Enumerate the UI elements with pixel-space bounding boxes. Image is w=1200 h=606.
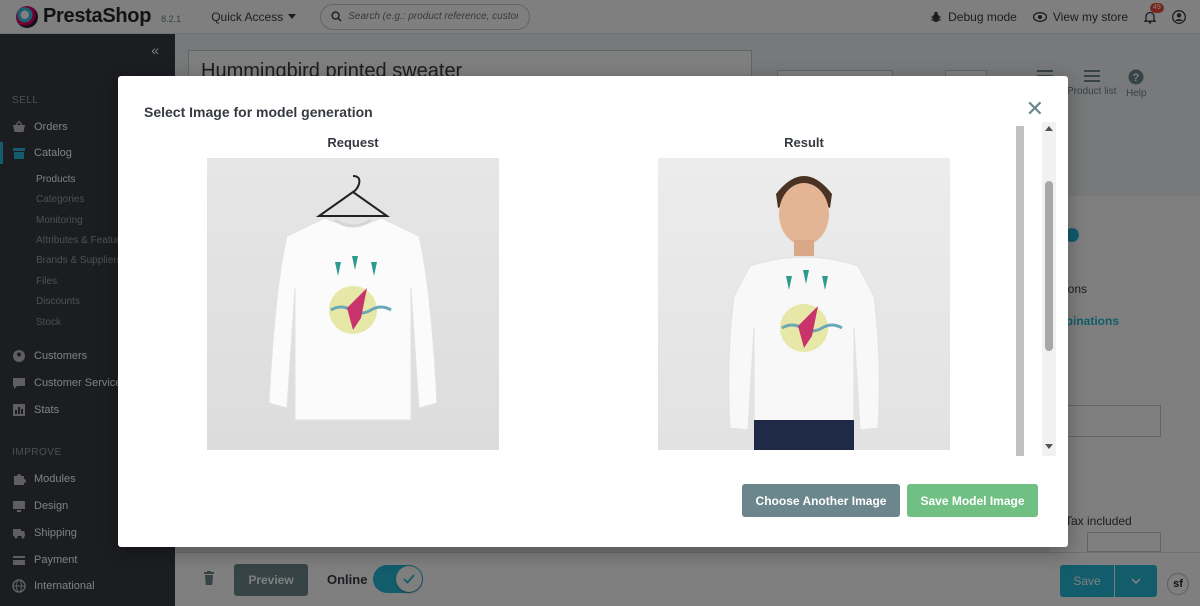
- result-label: Result: [784, 135, 824, 150]
- model-wearing-sweater-image: [728, 176, 880, 450]
- model-generation-modal: Select Image for model generation ✕ Requ…: [118, 76, 1068, 547]
- scroll-up-icon[interactable]: [1045, 126, 1053, 131]
- request-image: [207, 158, 499, 450]
- result-image: [658, 158, 950, 450]
- scroll-down-icon[interactable]: [1045, 444, 1053, 449]
- save-model-image-button[interactable]: Save Model Image: [907, 484, 1038, 517]
- choose-another-image-button[interactable]: Choose Another Image: [742, 484, 900, 517]
- modal-title: Select Image for model generation: [144, 104, 373, 120]
- sweater-on-hanger-image: [268, 175, 438, 421]
- scrollbar-thumb[interactable]: [1045, 181, 1053, 351]
- inner-scrollbar[interactable]: [1016, 126, 1024, 456]
- close-icon[interactable]: ✕: [1026, 98, 1044, 120]
- request-label: Request: [327, 135, 379, 150]
